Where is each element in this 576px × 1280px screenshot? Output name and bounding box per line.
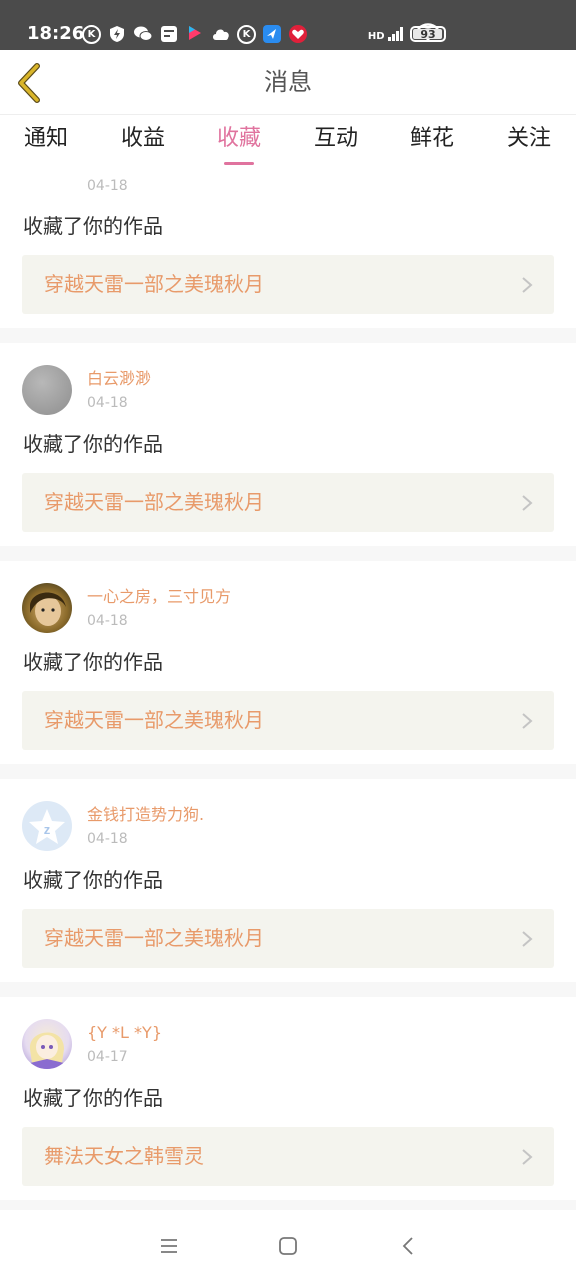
tab-notifications[interactable]: 通知: [16, 124, 76, 154]
status-time: 18:26: [27, 23, 85, 44]
tab-active-indicator: [224, 162, 254, 165]
message-date: 04-18: [87, 831, 128, 847]
message-text: 收藏了你的作品: [23, 650, 163, 674]
tab-follow[interactable]: 关注: [499, 124, 559, 154]
work-link[interactable]: 穿越天雷一部之美瑰秋月: [22, 909, 554, 968]
wechat-icon: [133, 24, 153, 44]
chevron-right-icon: [522, 495, 533, 511]
star-badge-icon: z: [29, 809, 65, 844]
message-date: 04-18: [87, 395, 128, 411]
work-title: 穿越天雷一部之美瑰秋月: [44, 272, 264, 296]
user-name[interactable]: 白云渺渺: [87, 368, 151, 390]
message-text: 收藏了你的作品: [23, 214, 163, 238]
message-card: 一心之房，三寸见方 04-18 收藏了你的作品 穿越天雷一部之美瑰秋月: [0, 561, 576, 764]
message-list[interactable]: 04-18 收藏了你的作品 穿越天雷一部之美瑰秋月 白云渺渺 04-18 收藏了…: [0, 166, 576, 1210]
avatar-photo: [30, 592, 66, 626]
work-link[interactable]: 舞法天女之韩雪灵: [22, 1127, 554, 1186]
video-icon: [185, 24, 205, 44]
avatar-illustration: [29, 1032, 65, 1069]
chevron-right-icon: [522, 713, 533, 729]
status-bar: 18:26 K K HD 93: [0, 0, 576, 50]
battery-icon: 93: [410, 26, 446, 42]
note-icon: [159, 24, 179, 44]
svg-text:z: z: [44, 822, 51, 837]
signal-icon: HD: [367, 26, 404, 42]
message-date: 04-18: [87, 613, 128, 629]
user-name[interactable]: 金钱打造势力狗.: [87, 804, 204, 826]
avatar[interactable]: z: [22, 801, 72, 851]
avatar[interactable]: [22, 583, 72, 633]
work-title: 穿越天雷一部之美瑰秋月: [44, 708, 264, 732]
chevron-right-icon: [522, 1149, 533, 1165]
work-link[interactable]: 穿越天雷一部之美瑰秋月: [22, 691, 554, 750]
work-link[interactable]: 穿越天雷一部之美瑰秋月: [22, 255, 554, 314]
user-name[interactable]: {Y *L *Y}: [87, 1022, 162, 1044]
work-title: 穿越天雷一部之美瑰秋月: [44, 490, 264, 514]
work-title: 舞法天女之韩雪灵: [44, 1144, 204, 1168]
heart-icon: [288, 24, 308, 44]
k-icon: K: [237, 24, 256, 44]
message-date: 04-17: [87, 1049, 128, 1065]
avatar[interactable]: [22, 365, 72, 415]
tab-bar: 通知 收益 收藏 互动 鲜花 关注: [0, 116, 576, 166]
message-card: 04-18 收藏了你的作品 穿越天雷一部之美瑰秋月: [0, 166, 576, 328]
k-icon: K: [82, 24, 101, 44]
tab-earnings[interactable]: 收益: [113, 124, 173, 154]
tab-favorites[interactable]: 收藏: [209, 124, 269, 154]
page-title: 消息: [264, 68, 312, 96]
menu-icon[interactable]: [157, 1234, 181, 1258]
message-date: 04-18: [87, 178, 128, 194]
chevron-right-icon: [522, 931, 533, 947]
work-link[interactable]: 穿越天雷一部之美瑰秋月: [22, 473, 554, 532]
system-nav-bar: [0, 1210, 576, 1280]
message-text: 收藏了你的作品: [23, 432, 163, 456]
message-card: {Y *L *Y} 04-17 收藏了你的作品 舞法天女之韩雪灵: [0, 997, 576, 1200]
bolt-icon: [107, 24, 127, 44]
message-text: 收藏了你的作品: [23, 868, 163, 892]
home-square-icon[interactable]: [276, 1234, 300, 1258]
user-name[interactable]: 一心之房，三寸见方: [87, 586, 231, 608]
tab-interactions[interactable]: 互动: [306, 124, 366, 154]
cloud-icon: [211, 24, 231, 44]
message-text: 收藏了你的作品: [23, 1086, 163, 1110]
avatar[interactable]: [22, 1019, 72, 1069]
battery-level: 93: [420, 27, 436, 41]
message-card: 白云渺渺 04-18 收藏了你的作品 穿越天雷一部之美瑰秋月: [0, 343, 576, 546]
message-card: z 金钱打造势力狗. 04-18 收藏了你的作品 穿越天雷一部之美瑰秋月: [0, 779, 576, 982]
back-icon[interactable]: [397, 1234, 421, 1258]
chevron-right-icon: [522, 277, 533, 293]
bird-icon: [262, 24, 282, 44]
header: 消息: [0, 50, 576, 115]
status-notification-icons: K K: [82, 23, 314, 45]
work-title: 穿越天雷一部之美瑰秋月: [44, 926, 264, 950]
tab-flowers[interactable]: 鲜花: [402, 124, 462, 154]
signal-hd-label: HD: [367, 30, 385, 42]
